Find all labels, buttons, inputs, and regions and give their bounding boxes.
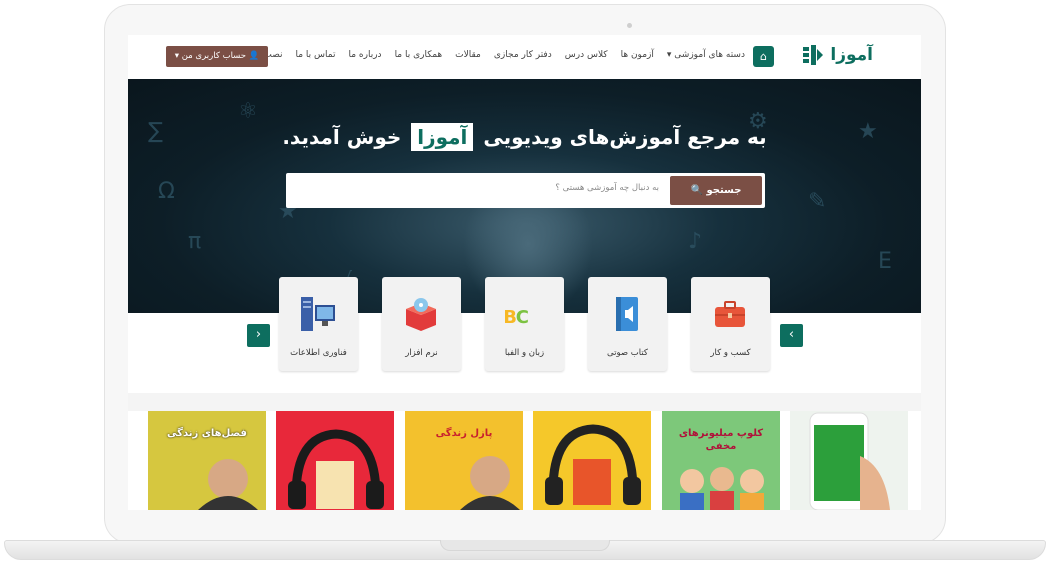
portrait-icon bbox=[460, 456, 520, 510]
briefcase-icon bbox=[715, 301, 745, 327]
chevron-right-icon: › bbox=[788, 327, 795, 342]
doodle-icon: ⚛ bbox=[238, 99, 258, 124]
software-box-icon bbox=[406, 298, 436, 331]
doodle-icon: ♪ bbox=[688, 229, 703, 254]
menu-item-categories[interactable]: دسته های آموزشی ▾ bbox=[667, 50, 745, 60]
chevron-down-icon: ▾ bbox=[174, 51, 179, 61]
carousel-next-button[interactable]: › bbox=[780, 324, 803, 347]
doodle-icon: E bbox=[878, 249, 892, 274]
main-menu: دسته های آموزشی ▾ آزمون ها کلاس درس دفتر… bbox=[242, 50, 745, 60]
category-card-business[interactable]: کسب و کار bbox=[691, 277, 770, 371]
doodle-icon: Ω bbox=[158, 179, 175, 204]
doodle-icon: π bbox=[188, 229, 202, 254]
logo[interactable]: آموزا bbox=[802, 44, 873, 66]
book-cover[interactable] bbox=[533, 411, 651, 510]
abc-icon: A B C bbox=[505, 307, 529, 328]
doodle-icon: ✎ bbox=[808, 189, 827, 214]
category-card-it[interactable]: فناوری اطلاعات bbox=[279, 277, 358, 371]
menu-item-classroom[interactable]: کلاس درس bbox=[565, 50, 608, 60]
menu-item-exams[interactable]: آزمون ها bbox=[621, 50, 654, 60]
search-button[interactable]: جستجو 🔍 bbox=[670, 176, 762, 205]
phone-hand-icon bbox=[809, 412, 890, 510]
account-button[interactable]: 👤 حساب کاربری من ▾ bbox=[166, 46, 268, 67]
headphones-icon bbox=[545, 424, 641, 505]
menu-item-articles[interactable]: مقالات bbox=[455, 50, 481, 60]
search-input[interactable]: به دنبال چه آموزشی هستی ؟ bbox=[555, 183, 659, 193]
laptop-notch bbox=[440, 540, 610, 551]
user-icon: 👤 bbox=[248, 51, 260, 61]
cartoon-people-icon bbox=[680, 467, 764, 510]
hero-title: به مرجع آموزش‌های ویدیویی آموزا خوش آمدی… bbox=[282, 123, 767, 151]
home-icon: ⌂ bbox=[760, 50, 767, 63]
category-card-audiobook[interactable]: کتاب صوتی bbox=[588, 277, 667, 371]
book-cover[interactable]: کلوپ میلیونرهای مخفی bbox=[662, 411, 780, 510]
category-card-software[interactable]: نرم افزار bbox=[382, 277, 461, 371]
camera bbox=[627, 23, 632, 28]
book-cover[interactable] bbox=[276, 411, 394, 510]
logo-mark-icon bbox=[803, 45, 824, 65]
top-nav: آموزا ⌂ دسته های آموزشی ▾ آزمون ها کلاس … bbox=[128, 35, 921, 79]
home-button[interactable]: ⌂ bbox=[753, 46, 774, 67]
book-cover[interactable]: پازل زندگی bbox=[405, 411, 523, 510]
menu-item-virtual-office[interactable]: دفتر کار مجازی bbox=[494, 50, 552, 60]
menu-item-cooperate[interactable]: همکاری با ما bbox=[395, 50, 443, 60]
category-card-language[interactable]: A B C زبان و الفبا bbox=[485, 277, 564, 371]
computer-icon bbox=[301, 297, 335, 331]
chevron-down-icon: ▾ bbox=[666, 50, 672, 60]
logo-text: آموزا bbox=[830, 45, 873, 65]
svg-text:C: C bbox=[516, 307, 529, 328]
hero-title-brand: آموزا bbox=[411, 123, 474, 151]
headphones-icon bbox=[288, 429, 384, 509]
menu-item-about[interactable]: درباره ما bbox=[348, 50, 381, 60]
book-shelf: کلوپ میلیونرهای مخفی پازل زندگی bbox=[128, 411, 921, 510]
audiobook-icon bbox=[616, 297, 638, 331]
chevron-left-icon: ‹ bbox=[255, 327, 262, 342]
book-cover[interactable]: فصل‌های زندگی bbox=[148, 411, 266, 510]
carousel-prev-button[interactable]: ‹ bbox=[247, 324, 270, 347]
search-box: جستجو 🔍 به دنبال چه آموزشی هستی ؟ bbox=[286, 173, 765, 208]
screen: آموزا ⌂ دسته های آموزشی ▾ آزمون ها کلاس … bbox=[128, 35, 921, 510]
book-cover[interactable] bbox=[790, 411, 908, 510]
search-icon: 🔍 bbox=[690, 185, 703, 196]
menu-item-contact[interactable]: تماس با ما bbox=[296, 50, 336, 60]
portrait-icon bbox=[198, 459, 258, 510]
